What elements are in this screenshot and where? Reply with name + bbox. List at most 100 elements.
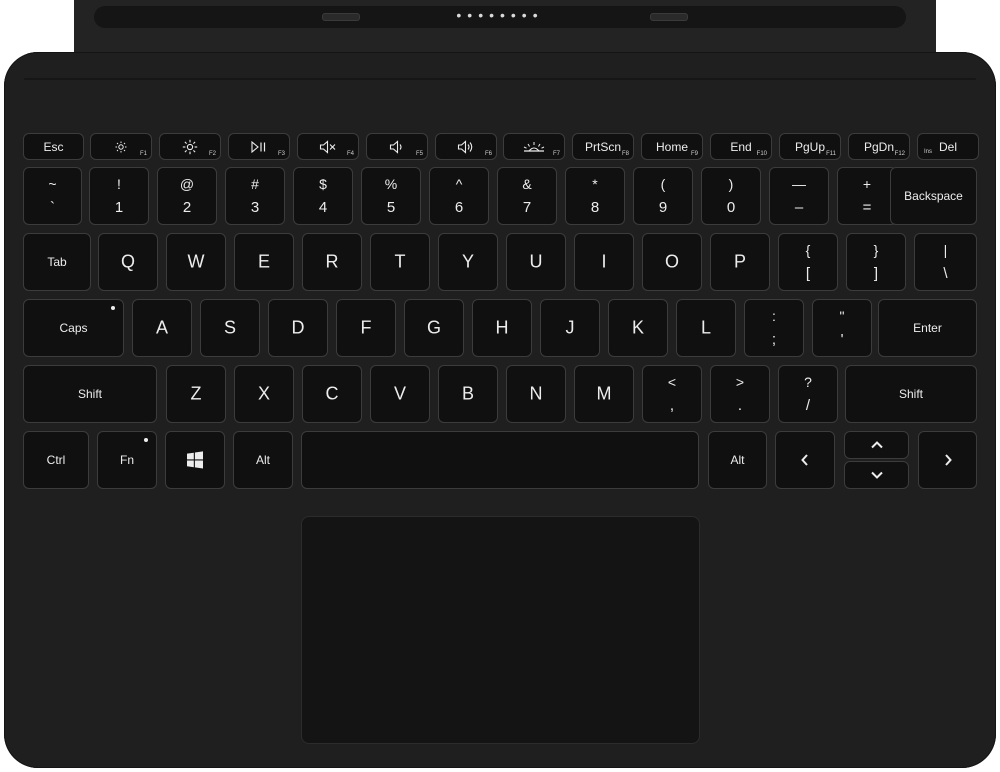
key-j[interactable]: J xyxy=(540,299,600,357)
key-e-letter: E xyxy=(257,251,270,272)
trackpad[interactable] xyxy=(301,516,700,744)
key-r[interactable]: R xyxy=(302,233,362,291)
key-period[interactable]: >. xyxy=(710,365,770,423)
key-7[interactable]: & 7 xyxy=(497,167,557,225)
key-7-shift-char: & xyxy=(522,176,532,192)
key-enter[interactable]: Enter xyxy=(878,299,977,357)
key-0[interactable]: ) 0 xyxy=(701,167,761,225)
key-v[interactable]: V xyxy=(370,365,430,423)
key-c[interactable]: C xyxy=(302,365,362,423)
key-u[interactable]: U xyxy=(506,233,566,291)
key-b[interactable]: B xyxy=(438,365,498,423)
key-left[interactable] xyxy=(775,431,835,489)
key-f1[interactable]: F1 xyxy=(90,133,152,160)
key-f6[interactable]: F6 xyxy=(435,133,497,160)
key-lalt[interactable]: Alt xyxy=(233,431,293,489)
key-lbracket-base-char: [ xyxy=(805,265,811,282)
key-fn[interactable]: Fn xyxy=(97,431,157,489)
key-right[interactable] xyxy=(918,431,977,489)
key-t[interactable]: T xyxy=(370,233,430,291)
key-backtick-shift-char: ~ xyxy=(48,176,57,192)
key-4-shift-char: $ xyxy=(319,176,327,192)
key-g[interactable]: G xyxy=(404,299,464,357)
key-5[interactable]: % 5 xyxy=(361,167,421,225)
key-4[interactable]: $4 xyxy=(293,167,353,225)
key-ctrl[interactable]: Ctrl xyxy=(23,431,89,489)
key-pgdn[interactable]: PgDn F12 xyxy=(848,133,910,160)
key-rbracket[interactable]: }] xyxy=(846,233,906,291)
key-i[interactable]: I xyxy=(574,233,634,291)
key-ralt-label: Alt xyxy=(730,453,745,467)
key-esc[interactable]: Esc xyxy=(23,133,84,160)
key-end[interactable]: End F10 xyxy=(710,133,772,160)
key-lbracket[interactable]: {[ xyxy=(778,233,838,291)
key-comma-shift-char: < xyxy=(667,374,677,390)
key-backslash[interactable]: | \ xyxy=(914,233,977,291)
key-backtick[interactable]: ~ ` xyxy=(23,167,82,225)
key-o[interactable]: O xyxy=(642,233,702,291)
key-del[interactable]: Del Ins xyxy=(917,133,979,160)
key-slash[interactable]: ? / xyxy=(778,365,838,423)
key-l[interactable]: L xyxy=(676,299,736,357)
key-a[interactable]: A xyxy=(132,299,192,357)
key-f2-fn-label: F2 xyxy=(208,151,216,157)
key-tab-label: Tab xyxy=(47,255,67,269)
key-semicolon[interactable]: :; xyxy=(744,299,804,357)
key-home[interactable]: Home F9 xyxy=(641,133,703,160)
key-d-letter: D xyxy=(291,317,305,338)
key-1[interactable]: ! 1 xyxy=(89,167,149,225)
key-lalt-label: Alt xyxy=(255,453,270,467)
key-3[interactable]: #3 xyxy=(225,167,285,225)
key-prtscn-fn-label: F8 xyxy=(621,151,629,157)
key-w[interactable]: W xyxy=(166,233,226,291)
key-f[interactable]: F xyxy=(336,299,396,357)
key-4-base-char: 4 xyxy=(318,199,328,216)
key-comma[interactable]: <, xyxy=(642,365,702,423)
key-g-letter: G xyxy=(426,317,441,338)
key-quote[interactable]: " ' xyxy=(812,299,872,357)
key-f4[interactable]: F4 xyxy=(297,133,359,160)
key-f2[interactable]: F2 xyxy=(159,133,221,160)
key-y[interactable]: Y xyxy=(438,233,498,291)
key-f5[interactable]: F5 xyxy=(366,133,428,160)
key-minus[interactable]: — – xyxy=(769,167,829,225)
key-backspace[interactable]: Backspace xyxy=(890,167,977,225)
key-n[interactable]: N xyxy=(506,365,566,423)
key-slash-base-char: / xyxy=(805,397,811,414)
key-pgup[interactable]: PgUp F11 xyxy=(779,133,841,160)
key-6-base-char: 6 xyxy=(454,199,464,216)
key-space[interactable] xyxy=(301,431,699,489)
key-p[interactable]: P xyxy=(710,233,770,291)
key-up[interactable] xyxy=(844,431,909,459)
key-q[interactable]: Q xyxy=(98,233,158,291)
key-x[interactable]: X xyxy=(234,365,294,423)
key-k[interactable]: K xyxy=(608,299,668,357)
key-rshift[interactable]: Shift xyxy=(845,365,977,423)
key-h[interactable]: H xyxy=(472,299,532,357)
key-z[interactable]: Z xyxy=(166,365,226,423)
key-f3[interactable]: F3 xyxy=(228,133,290,160)
key-2[interactable]: @2 xyxy=(157,167,217,225)
indicator-light xyxy=(111,306,115,310)
key-9[interactable]: (9 xyxy=(633,167,693,225)
key-rshift-label: Shift xyxy=(898,387,923,401)
key-8[interactable]: * 8 xyxy=(565,167,625,225)
key-e[interactable]: E xyxy=(234,233,294,291)
key-caps[interactable]: Caps xyxy=(23,299,124,357)
key-prtscn[interactable]: PrtScn F8 xyxy=(572,133,634,160)
key-8-shift-char: * xyxy=(592,176,598,192)
key-a-letter: A xyxy=(155,317,168,338)
key-m[interactable]: M xyxy=(574,365,634,423)
key-tab[interactable]: Tab xyxy=(23,233,91,291)
key-6[interactable]: ^ 6 xyxy=(429,167,489,225)
key-down[interactable] xyxy=(844,461,909,489)
key-home-fn-label: F9 xyxy=(690,151,698,157)
key-f7[interactable]: F7 xyxy=(503,133,565,160)
key-lshift[interactable]: Shift xyxy=(23,365,157,423)
key-s[interactable]: S xyxy=(200,299,260,357)
key-win[interactable] xyxy=(165,431,225,489)
key-backslash-base-char: \ xyxy=(943,265,948,282)
key-ralt[interactable]: Alt xyxy=(708,431,767,489)
key-equals[interactable]: + = xyxy=(837,167,897,225)
key-d[interactable]: D xyxy=(268,299,328,357)
